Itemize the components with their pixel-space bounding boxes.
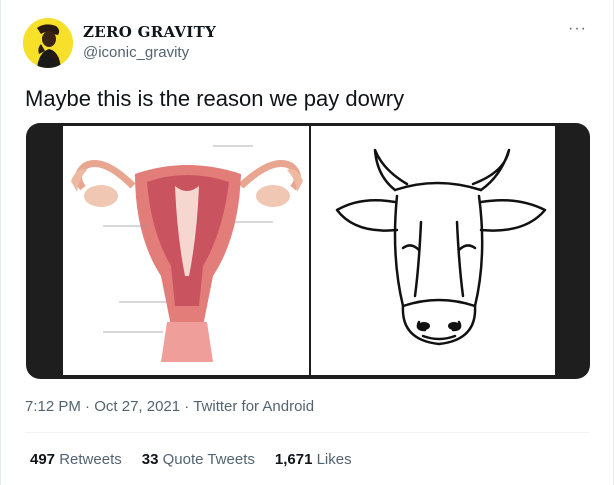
quote-tweets-count: 33 bbox=[141, 451, 159, 468]
meta-separator: · bbox=[184, 398, 190, 415]
quote-tweets-stat[interactable]: 33 Quote Tweets bbox=[142, 451, 255, 468]
meta-separator: · bbox=[85, 398, 91, 415]
author-names: ZERO GRAVITY @iconic_gravity bbox=[83, 23, 216, 61]
retweets-label: Retweets bbox=[59, 451, 122, 468]
tweet-media[interactable] bbox=[26, 123, 590, 379]
divider-top bbox=[25, 432, 589, 433]
likes-count: 1,671 bbox=[274, 451, 313, 468]
retweets-count: 497 bbox=[30, 451, 56, 468]
uterus-diagram-image bbox=[63, 126, 309, 375]
cow-head-image bbox=[311, 126, 555, 375]
tweet-date[interactable]: Oct 27, 2021 bbox=[94, 398, 180, 415]
retweets-stat[interactable]: 497 Retweets bbox=[30, 451, 122, 468]
ellipsis-icon[interactable]: ··· bbox=[568, 20, 587, 38]
tweet-header: ZERO GRAVITY @iconic_gravity ··· bbox=[23, 18, 593, 70]
likes-label: Likes bbox=[316, 451, 352, 468]
tweet-meta: 7:12 PM · Oct 27, 2021 · Twitter for And… bbox=[25, 398, 314, 415]
tweet-text: Maybe this is the reason we pay dowry bbox=[25, 86, 405, 111]
avatar-figure-icon bbox=[23, 18, 73, 68]
quote-tweets-label: Quote Tweets bbox=[162, 451, 255, 468]
uterus-diagram-icon bbox=[63, 126, 309, 375]
cow-head-icon bbox=[311, 126, 555, 375]
tweet-source[interactable]: Twitter for Android bbox=[193, 398, 314, 415]
tweet-card: ZERO GRAVITY @iconic_gravity ··· Maybe t… bbox=[0, 0, 614, 485]
author-display-name[interactable]: ZERO GRAVITY bbox=[83, 23, 216, 41]
tweet-time[interactable]: 7:12 PM bbox=[25, 398, 81, 415]
author-handle[interactable]: @iconic_gravity bbox=[83, 44, 216, 61]
tweet-stats: 497 Retweets 33 Quote Tweets 1,671 Likes bbox=[30, 451, 352, 468]
likes-stat[interactable]: 1,671 Likes bbox=[275, 451, 352, 468]
avatar[interactable] bbox=[23, 18, 73, 68]
